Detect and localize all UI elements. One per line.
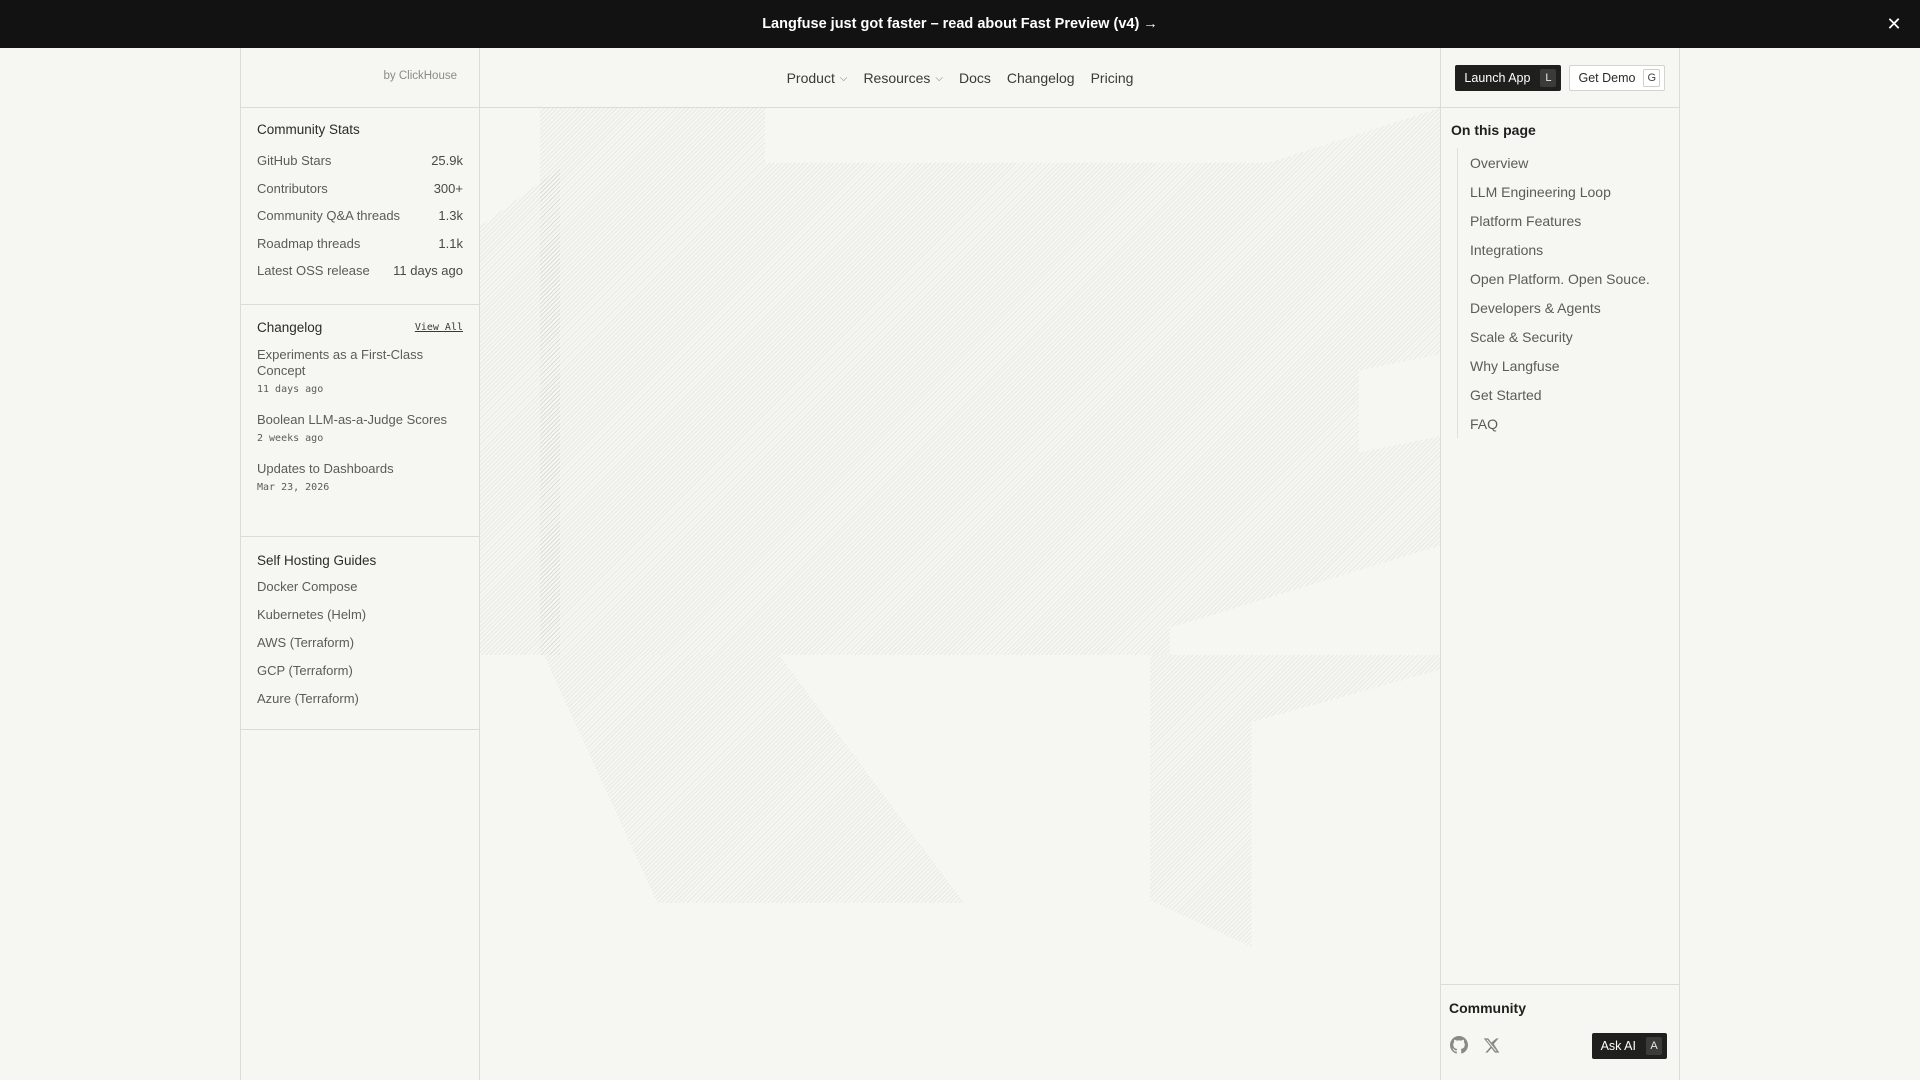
self-hosting-link[interactable]: Kubernetes (Helm) <box>257 600 463 628</box>
self-hosting-link[interactable]: GCP (Terraform) <box>257 656 463 684</box>
changelog-header: Changelog View All <box>257 320 463 335</box>
toc-list: Overview LLM Engineering Loop Platform F… <box>1457 148 1679 438</box>
community-stats-section: Community Stats GitHub Stars 25.9k Contr… <box>241 108 479 304</box>
stat-row[interactable]: Latest OSS release 11 days ago <box>257 257 463 285</box>
brand-byline: by ClickHouse <box>383 70 458 82</box>
changelog-entry[interactable]: Experiments as a First-Class Concept 11 … <box>257 347 463 395</box>
chevron-down-icon: ⌵ <box>839 73 848 84</box>
stat-label: Contributors <box>257 180 328 196</box>
self-hosting-link[interactable]: Azure (Terraform) <box>257 684 463 712</box>
changelog-title: Experiments as a First-Class Concept <box>257 347 424 378</box>
toc-item[interactable]: Overview <box>1470 148 1679 177</box>
toc-item[interactable]: Platform Features <box>1470 206 1679 235</box>
self-hosting-link[interactable]: Docker Compose <box>257 572 463 600</box>
stat-label: Roadmap threads <box>257 235 361 251</box>
ask-ai-label: Ask AI <box>1600 1039 1636 1053</box>
announcement-bar[interactable]: Langfuse just got faster – read about Fa… <box>0 0 1920 48</box>
changelog-entry[interactable]: Boolean LLM-as-a-Judge Scores 2 weeks ag… <box>257 412 463 444</box>
toc-item[interactable]: Open Platform. Open Souce. <box>1470 264 1679 293</box>
view-all-link[interactable]: View All <box>415 322 463 333</box>
toc-item[interactable]: LLM Engineering Loop <box>1470 177 1679 206</box>
changelog-section: Changelog View All Experiments as a Firs… <box>241 305 479 536</box>
stat-label: Community Q&A threads <box>257 208 401 224</box>
launch-app-label: Launch App <box>1464 70 1531 85</box>
launch-app-button[interactable]: Launch App L <box>1455 64 1562 91</box>
stat-row[interactable]: Community Q&A threads 1.3k <box>257 202 463 230</box>
toc-title: On this page <box>1451 122 1536 138</box>
section-title: Community Stats <box>257 122 360 137</box>
nav-label: Product <box>786 69 835 86</box>
toc-item[interactable]: Scale & Security <box>1470 322 1679 351</box>
nav-label: Changelog <box>1006 69 1075 86</box>
stat-row[interactable]: Roadmap threads 1.1k <box>257 230 463 258</box>
stat-value: 25.9k <box>431 153 463 169</box>
social-links <box>1449 1035 1501 1055</box>
header-actions: Launch App L Get Demo G <box>1441 48 1679 107</box>
left-sidebar: Community Stats GitHub Stars 25.9k Contr… <box>240 108 480 730</box>
stat-row[interactable]: Contributors 300+ <box>257 175 463 203</box>
toc-item[interactable]: FAQ <box>1470 409 1679 438</box>
changelog-date: 2 weeks ago <box>257 433 324 444</box>
github-icon[interactable] <box>1449 1035 1469 1055</box>
nav-item-product[interactable]: Product ⌵ <box>787 70 848 86</box>
get-demo-button[interactable]: Get Demo G <box>1569 64 1665 91</box>
stat-value: 1.3k <box>438 208 463 224</box>
hatch-shape <box>1150 655 1440 947</box>
ask-ai-button[interactable]: Ask AI A <box>1591 1033 1667 1059</box>
nav-item-pricing[interactable]: Pricing <box>1091 70 1134 86</box>
hero-canvas <box>480 108 1440 1080</box>
nav-label: Resources <box>863 69 931 86</box>
chevron-down-icon: ⌵ <box>935 73 943 84</box>
hatch-shape <box>544 655 964 903</box>
changelog-title: Updates to Dashboards <box>257 461 394 476</box>
stat-row[interactable]: GitHub Stars 25.9k <box>257 147 463 175</box>
shortcut-key: A <box>1646 1037 1662 1055</box>
community-title: Community <box>1449 1000 1526 1016</box>
toc-item[interactable]: Developers & Agents <box>1470 293 1679 322</box>
top-nav: Product ⌵ Resources ⌵ Docs Changelog Pri… <box>480 48 1440 107</box>
nav-item-changelog[interactable]: Changelog <box>1007 70 1075 86</box>
shortcut-key: L <box>1540 68 1557 87</box>
section-title: Changelog <box>257 320 323 335</box>
nav-item-resources[interactable]: Resources ⌵ <box>863 70 943 86</box>
stat-label: GitHub Stars <box>257 153 332 169</box>
toc-item[interactable]: Why Langfuse <box>1470 351 1679 380</box>
hatch-shape <box>540 108 1440 655</box>
changelog-title: Boolean LLM-as-a-Judge Scores <box>257 412 448 427</box>
toc-item[interactable]: Integrations <box>1470 235 1679 264</box>
changelog-date: Mar 23, 2026 <box>257 482 330 493</box>
hatch-shape <box>480 168 560 655</box>
table-of-contents: On this page Overview LLM Engineering Lo… <box>1441 108 1679 438</box>
changelog-entry[interactable]: Updates to Dashboards Mar 23, 2026 <box>257 461 463 493</box>
community-section: Community Ask AI A <box>1441 985 1679 1080</box>
stat-label: Latest OSS release <box>257 263 370 279</box>
divider <box>240 304 480 305</box>
section-title: Self Hosting Guides <box>257 553 377 568</box>
get-demo-label: Get Demo <box>1578 70 1636 85</box>
close-icon[interactable]: ✕ <box>1882 12 1906 36</box>
self-hosting-section: Self Hosting Guides Docker Compose Kuber… <box>241 537 479 729</box>
brand-cell[interactable]: by ClickHouse <box>241 48 479 107</box>
changelog-date: 11 days ago <box>257 384 324 395</box>
divider <box>240 729 480 730</box>
self-hosting-link[interactable]: AWS (Terraform) <box>257 628 463 656</box>
nav-label: Docs <box>958 69 991 86</box>
toc-item[interactable]: Get Started <box>1470 380 1679 409</box>
shortcut-key: G <box>1643 68 1660 87</box>
x-icon[interactable] <box>1481 1035 1501 1055</box>
stat-value: 11 days ago <box>393 263 463 279</box>
stat-value: 1.1k <box>438 235 463 251</box>
nav-item-docs[interactable]: Docs <box>959 70 991 86</box>
announcement-text[interactable]: Langfuse just got faster – read about Fa… <box>762 16 1158 32</box>
stat-value: 300+ <box>433 180 463 196</box>
nav-label: Pricing <box>1090 69 1134 86</box>
divider <box>240 536 480 537</box>
